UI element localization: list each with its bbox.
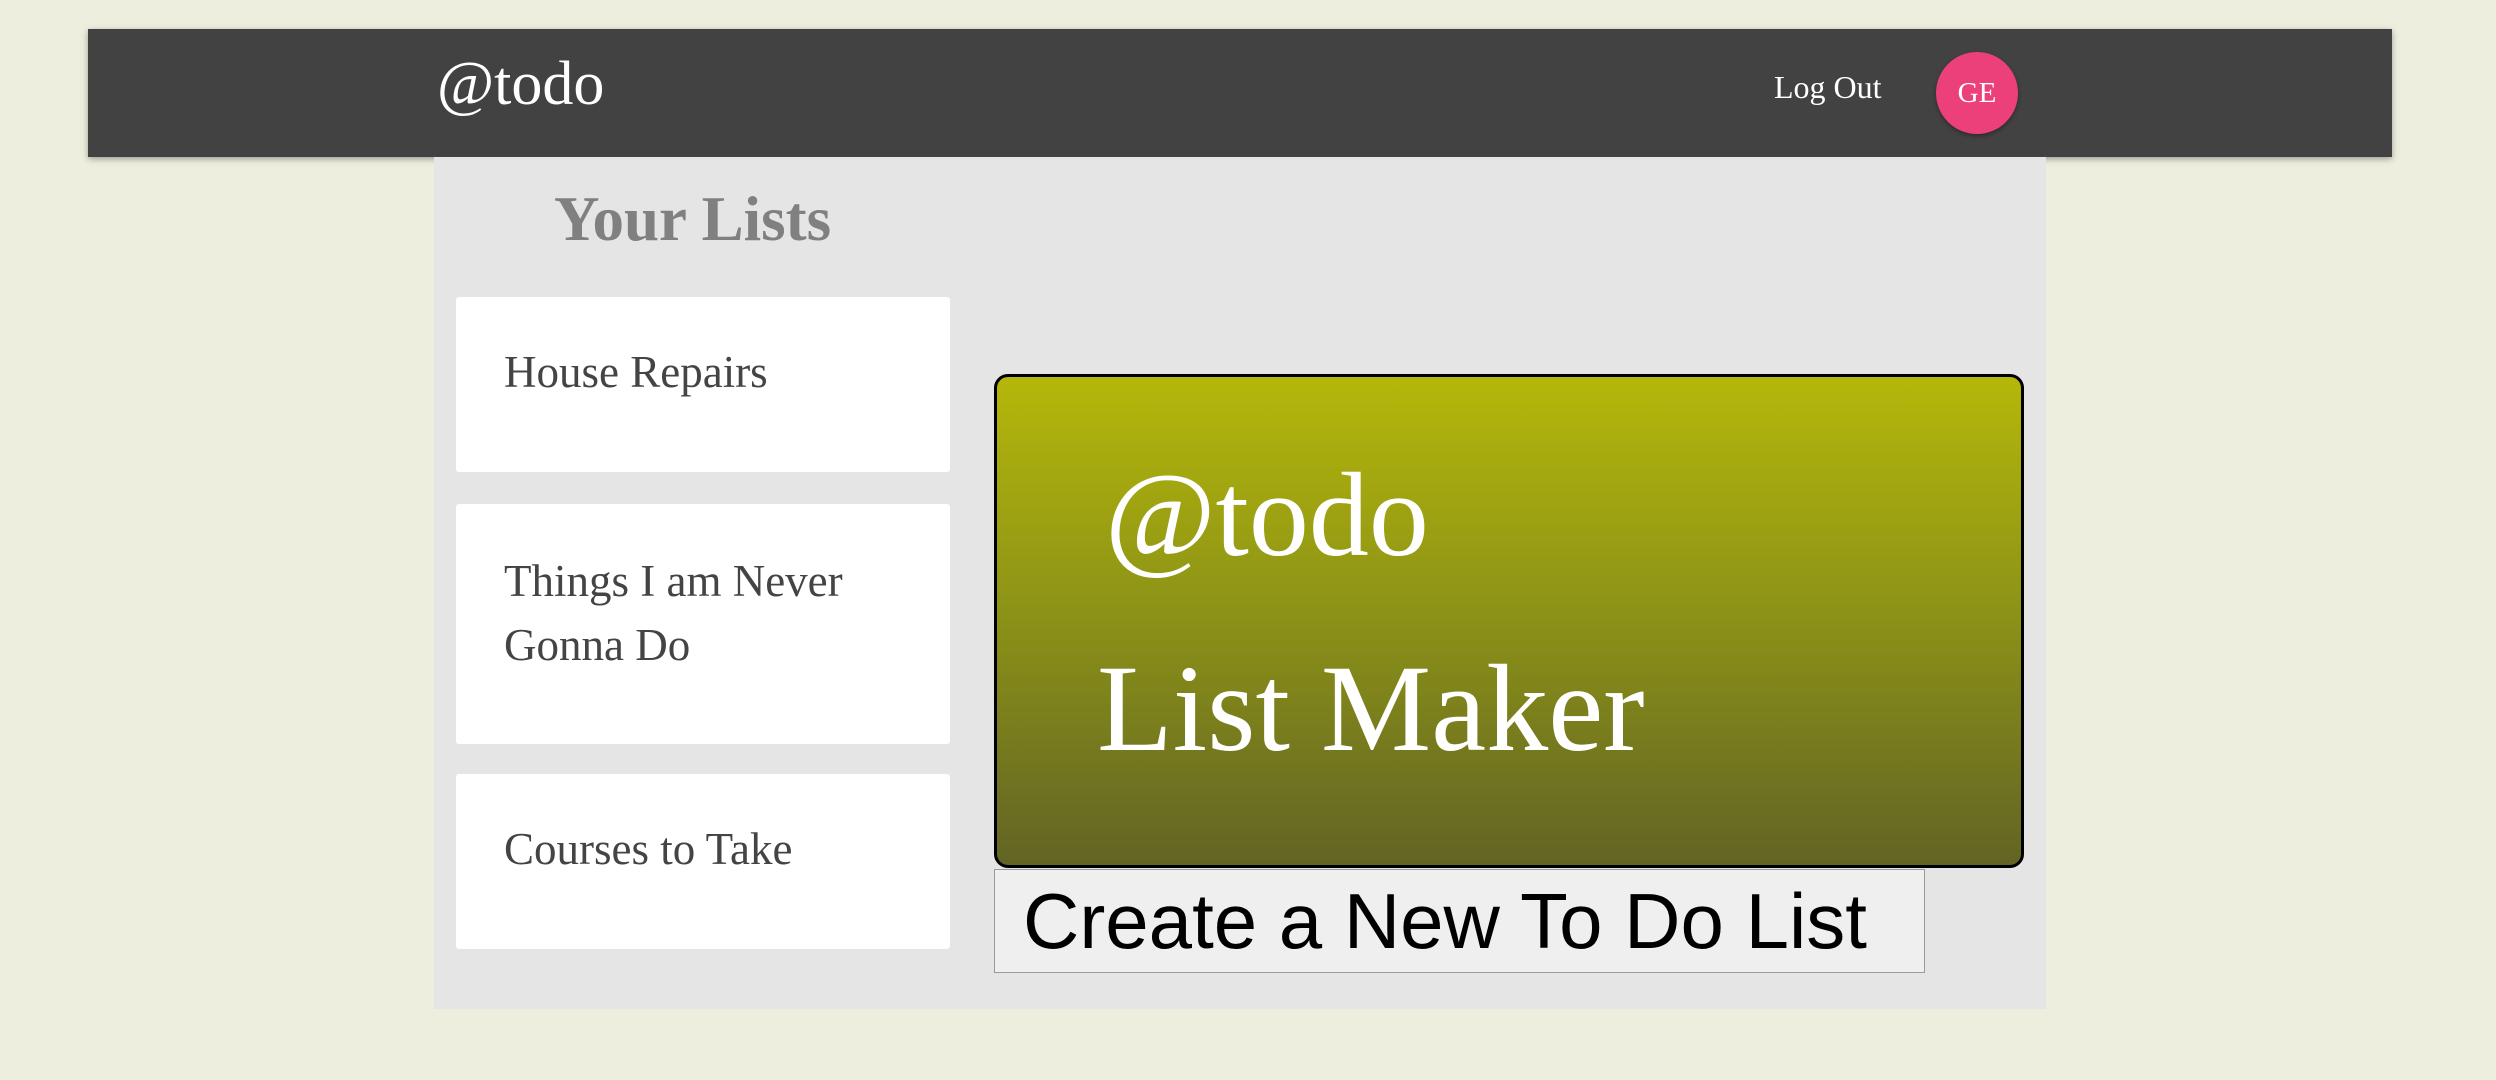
banner-title: List Maker [1097, 640, 1645, 777]
user-avatar[interactable]: GE [1936, 52, 2018, 134]
top-navbar: @todo Log Out GE [88, 29, 2392, 157]
list-card-label: House Repairs [504, 347, 768, 397]
banner-brand: @todo [1105, 448, 1429, 581]
list-card-house-repairs[interactable]: House Repairs [456, 297, 950, 472]
list-maker-banner: @todo List Maker [994, 374, 2024, 868]
logout-button[interactable]: Log Out [1774, 71, 1882, 103]
your-lists-heading: Your Lists [554, 184, 832, 254]
brand-logo[interactable]: @todo [437, 53, 604, 115]
create-new-list-button[interactable]: Create a New To Do List [994, 869, 1925, 973]
list-card-courses-to-take[interactable]: Courses to Take [456, 774, 950, 949]
list-card-label: Courses to Take [504, 824, 793, 874]
main-content: Your Lists House Repairs Things I am Nev… [434, 157, 2046, 1009]
list-card-things-never-gonna-do[interactable]: Things I am Never Gonna Do [456, 504, 950, 744]
list-card-label: Things I am Never Gonna Do [504, 556, 843, 670]
